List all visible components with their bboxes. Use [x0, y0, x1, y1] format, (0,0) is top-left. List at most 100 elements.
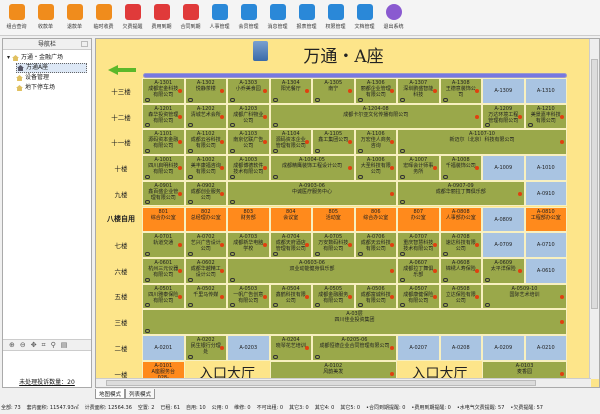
toolbar-button-11[interactable]: 权限管理	[321, 0, 350, 36]
unit-cell[interactable]: A-1201 森华投资管理有限公司	[142, 103, 185, 130]
unit-cell[interactable]: A-1107-10 新迈尔（北京）科技有限公司	[397, 129, 567, 156]
unit-cell[interactable]: A-0601 杭州三元仪器有限公司	[142, 257, 185, 284]
unit-cell[interactable]: A-0508 立达保险有限公司	[439, 283, 482, 310]
unit-cell[interactable]: A-1309	[482, 78, 525, 104]
unit-cell[interactable]: A-0808 人事部办公室	[439, 206, 482, 233]
unit-cell[interactable]: A-1302 悦静茶楼	[184, 78, 227, 104]
back-arrow-icon[interactable]	[108, 65, 136, 75]
unit-cell[interactable]: A-1305 南宁	[312, 78, 355, 104]
toolbar-button-13[interactable]: 退出系统	[379, 0, 408, 36]
toolbar-button-10[interactable]: 报表管理	[292, 0, 321, 36]
unit-cell[interactable]: A-0204 晓琴花艺培训	[269, 335, 312, 361]
unit-cell[interactable]: A-1310	[524, 78, 567, 104]
unit-cell[interactable]: A-0202 民生银行分理处	[184, 335, 227, 361]
export-icon[interactable]: ▤	[61, 341, 68, 349]
unit-cell[interactable]: 806 综合办公室	[354, 206, 397, 233]
unit-cell[interactable]: 801 综合办公室	[142, 206, 185, 233]
unit-cell[interactable]: A-1103 南京亿联广告公司	[227, 129, 270, 156]
unit-cell[interactable]: A-1202 清城艺术会所	[184, 103, 227, 130]
unit-cell[interactable]: A-0703 成都新华电脑学校	[227, 232, 270, 258]
unit-cell[interactable]: A-1006 大圣科技有限公司	[354, 155, 397, 181]
toolbar-button-3[interactable]: 临时收费	[89, 0, 118, 36]
pan-icon[interactable]: ✥	[31, 341, 37, 349]
unit-cell[interactable]: A-0209	[482, 335, 525, 361]
horizontal-scrollbar[interactable]	[96, 378, 591, 387]
unit-cell[interactable]: A-0705 万安数码科技有限公司	[312, 232, 355, 258]
unit-cell[interactable]: A-0504 鑫鹤科技有限公司	[269, 283, 312, 310]
tab-map-mode[interactable]: 地图模式	[95, 389, 126, 399]
unit-cell[interactable]: A-0902 成都创业服务公司	[184, 180, 227, 207]
vertical-scrollbar[interactable]	[589, 39, 599, 379]
unit-cell[interactable]: A-0706 成都天云科技有限公司	[354, 232, 397, 258]
unit-cell[interactable]: A-0810 工程部办公室	[524, 206, 567, 233]
unit-cell[interactable]: A-0502 千里马传媒	[184, 283, 227, 310]
tree-item-equipment[interactable]: 设备管理	[16, 73, 87, 83]
unit-cell[interactable]: A-0707 重庆智慧科技技术有限公司	[397, 232, 440, 258]
unit-cell[interactable]: A-0708 速达科技有限公司	[439, 232, 482, 258]
unit-cell[interactable]: A-0507 成都康健保险有限公司	[397, 283, 440, 310]
toolbar-button-7[interactable]: 人事管理	[205, 0, 234, 36]
toolbar-button-9[interactable]: 消息管理	[263, 0, 292, 36]
unit-cell[interactable]: A-1307 深圳鹏盛智能科技	[397, 78, 440, 104]
unit-cell[interactable]: A-1001 四川启明科技有限公司	[142, 155, 185, 181]
unit-cell[interactable]: A-1004-05 成都精鹰装饰工程设计公司	[269, 155, 355, 181]
unit-cell[interactable]: A-1203 成都广科物业公司	[227, 103, 270, 130]
unit-cell[interactable]: 802 总经理办公室	[184, 206, 227, 233]
unit-cell[interactable]: A-1209 万达环境工程管理有限公司	[482, 103, 525, 130]
toolbar-button-2[interactable]: 退款单	[60, 0, 89, 36]
unit-cell[interactable]: A-0701 轨道交通	[142, 232, 185, 258]
unit-cell[interactable]: A-1104 源码资本企业管理有限公司	[269, 129, 312, 156]
toolbar-button-6[interactable]: 合同到期	[176, 0, 205, 36]
unit-cell[interactable]: A-1301 成都宏金科技有限公司	[142, 78, 185, 104]
unit-cell[interactable]: A-0205-06 成都恒德企业合同管理有限公司	[312, 335, 397, 361]
unit-cell[interactable]: A-1009	[482, 155, 525, 181]
pin-icon[interactable]	[81, 41, 88, 47]
unit-cell[interactable]: A-1010	[524, 155, 567, 181]
toolbar-button-1[interactable]: 收款单	[31, 0, 60, 36]
unit-cell[interactable]: A-1008 千福装饰公司	[439, 155, 482, 181]
unit-cell[interactable]: A-1306 丽都企业管理有限公司	[354, 78, 397, 104]
unit-cell[interactable]: A-1210 美景嘉丰科技有限公司	[524, 103, 567, 130]
unit-cell[interactable]: A-0201	[142, 335, 185, 361]
unit-cell[interactable]: A-0903-06 中诚医疗服务中心	[227, 180, 397, 207]
fit-icon[interactable]: ⌗	[42, 341, 46, 350]
unit-cell[interactable]: A-1007 宏晖会计师事务所	[397, 155, 440, 181]
tree-item-a-tower[interactable]: 万通A座	[16, 63, 87, 73]
unit-cell[interactable]: A-0901 鑫百盛企业管理有限公司	[142, 180, 185, 207]
toolbar-button-5[interactable]: 费用到期	[147, 0, 176, 36]
unit-cell[interactable]: A-0710	[524, 232, 567, 258]
unit-cell[interactable]: A-0610	[524, 257, 567, 284]
unit-cell[interactable]: A-1308 王德意装饰公司	[439, 78, 482, 104]
tree-item-parking[interactable]: 地下停车场	[16, 83, 87, 93]
unit-cell[interactable]: A-0608 锦绣人寿保险	[439, 257, 482, 284]
unit-cell[interactable]: A-1105 鑫工集团公司	[312, 129, 355, 156]
unit-cell[interactable]: A-0907-09 成都华丽拉丁舞俱乐部	[397, 180, 525, 207]
unit-cell[interactable]: A-0609 太平洋保险	[482, 257, 525, 284]
unit-cell[interactable]: A-0709	[482, 232, 525, 258]
unit-cell[interactable]: A-1003 成都博德软件技术有限公司	[227, 155, 270, 181]
unit-cell[interactable]: A-0910	[524, 180, 567, 207]
unit-cell[interactable]: A-0208	[439, 335, 482, 361]
unit-cell[interactable]: A-1102 成都云谷科技有限公司	[184, 129, 227, 156]
unit-cell[interactable]: A-1204-08 成都卡尔亚文化传播有限公司	[269, 103, 482, 130]
toolbar-button-0[interactable]: 组合查询	[2, 0, 31, 36]
unit-cell[interactable]: A-0607 成都拉丁舞俱乐部	[397, 257, 440, 284]
unit-cell[interactable]: A-1002 美丰康福咨询有限公司	[184, 155, 227, 181]
tab-list-mode[interactable]: 列表模式	[125, 389, 156, 399]
locate-icon[interactable]: ⚲	[51, 341, 56, 349]
unit-cell[interactable]: 807 办公室	[397, 206, 440, 233]
unit-cell[interactable]: A-1304 阳光餐厅	[269, 78, 312, 104]
complaints-link[interactable]: 未处理投诉数量：20	[3, 377, 91, 386]
expand-icon[interactable]: ▾	[7, 53, 10, 63]
unit-cell[interactable]: A-1106 万宏佳人商务咨询	[354, 129, 397, 156]
zoom-out-icon[interactable]: ⊖	[20, 341, 26, 349]
unit-cell[interactable]: A-0203	[227, 335, 270, 361]
unit-cell[interactable]: A-0506 成都富诚科技有限公司	[354, 283, 397, 310]
unit-cell[interactable]: A-0210	[524, 335, 567, 361]
unit-cell[interactable]: A-0501 四川雅泰保险有限公司	[142, 283, 185, 310]
unit-cell[interactable]: A-0503 一帆广告创意有限公司	[227, 283, 270, 310]
unit-cell[interactable]: A-0505 成都金融服务有限公司	[312, 283, 355, 310]
unit-cell[interactable]: A-0702 艺兴广告设计公司	[184, 232, 227, 258]
tree-item-plaza[interactable]: ▾ 万通・金融广场	[7, 53, 87, 63]
unit-cell[interactable]: A-0207	[397, 335, 440, 361]
